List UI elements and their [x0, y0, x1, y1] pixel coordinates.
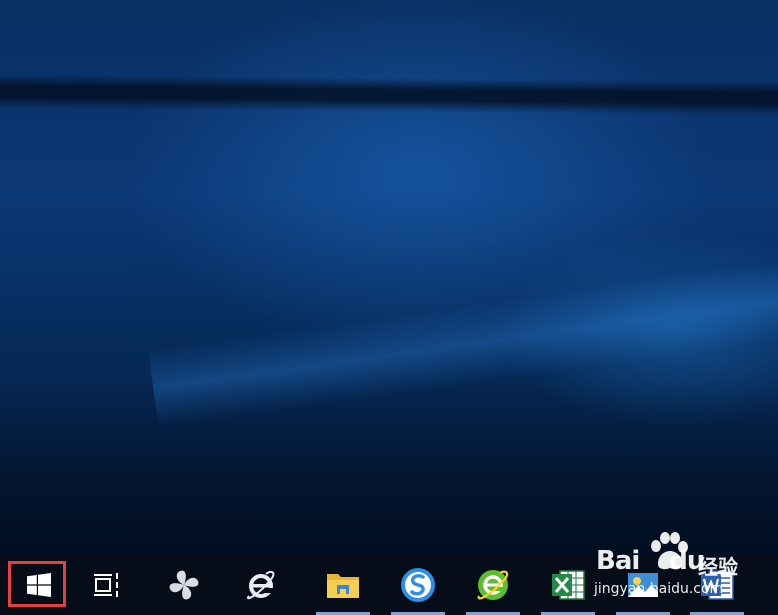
pinwheel-icon — [169, 570, 199, 600]
excel-icon — [552, 570, 585, 600]
taskbar-app-file-explorer[interactable] — [312, 555, 374, 615]
wallpaper-floor — [0, 380, 778, 555]
taskbar-app-360-browser[interactable] — [462, 555, 524, 615]
wallpaper-light-beam — [0, 74, 778, 116]
task-view-icon — [94, 573, 118, 597]
start-button[interactable] — [8, 555, 70, 615]
folder-icon — [327, 574, 359, 598]
taskbar — [0, 555, 778, 615]
taskbar-app-internet-explorer[interactable] — [230, 555, 292, 615]
sogou-icon — [401, 568, 435, 602]
taskbar-app-photo[interactable] — [612, 555, 674, 615]
start-button-highlight — [8, 561, 66, 607]
desktop-background — [0, 0, 778, 555]
word-icon — [701, 570, 734, 600]
taskbar-app-word[interactable] — [686, 555, 748, 615]
taskbar-app-excel[interactable] — [537, 555, 599, 615]
task-view-button[interactable] — [77, 555, 139, 615]
green-e-browser-icon — [477, 570, 509, 600]
internet-explorer-icon — [246, 570, 275, 600]
photo-icon — [628, 573, 658, 597]
taskbar-app-pinwheel[interactable] — [153, 555, 215, 615]
taskbar-app-sogou-browser[interactable] — [387, 555, 449, 615]
